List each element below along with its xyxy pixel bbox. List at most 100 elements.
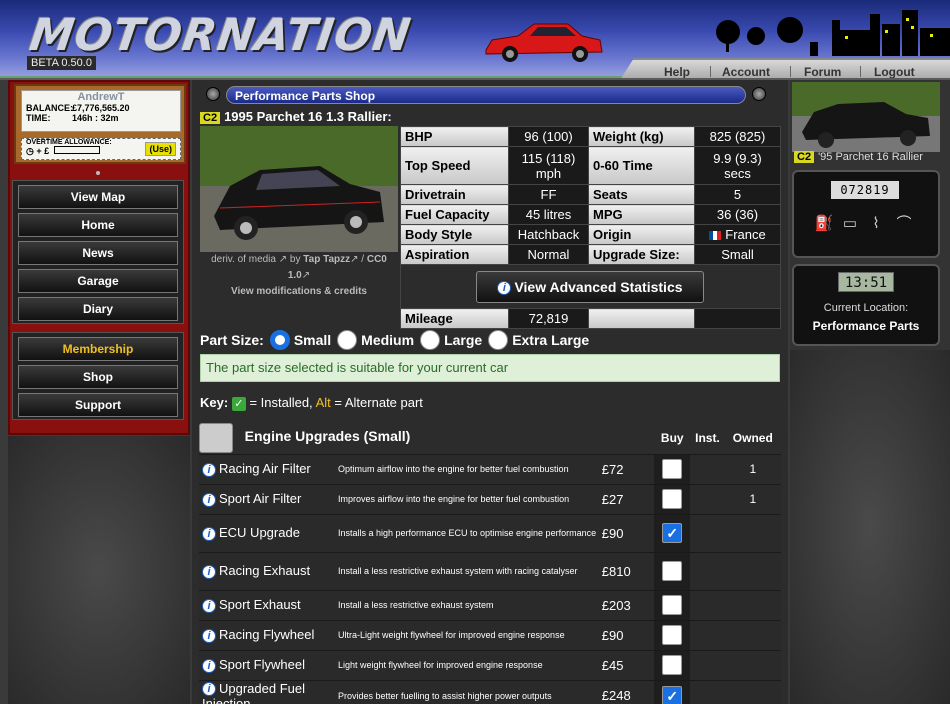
size-notice: The part size selected is suitable for y… — [200, 354, 780, 382]
spec-row: Body Style Hatchback Origin France — [400, 224, 781, 245]
spec-label: Body Style — [400, 224, 509, 245]
france-flag-icon — [709, 231, 722, 241]
size-radio-small[interactable] — [269, 330, 290, 350]
external-link-icon: ↗ — [278, 254, 288, 265]
menu-support[interactable]: Support — [18, 393, 178, 417]
player-stats-card: AndrewT BALANCE: £7,776,565.20 TIME: 146… — [14, 84, 186, 164]
nav-separator — [790, 66, 791, 77]
buy-checkbox[interactable]: ✓ — [662, 685, 683, 704]
part-row: i Sport Air Filter Improves airflow into t… — [199, 484, 781, 515]
spec-label: BHP — [400, 126, 509, 147]
part-name[interactable]: i Sport Air Filter — [199, 484, 338, 515]
oil-gauge-icon: ⌒ — [896, 215, 912, 232]
part-name[interactable]: i Racing Flywheel — [199, 620, 338, 651]
installed-cell — [690, 514, 725, 553]
part-price: £45 — [601, 650, 655, 681]
spec-row: Aspiration Normal Upgrade Size: Small — [400, 244, 781, 265]
info-icon[interactable]: i — [202, 682, 216, 697]
spec-value: 9.9 (9.3) secs — [694, 146, 781, 185]
buy-cell — [654, 620, 691, 651]
spec-row: BHP 96 (100) Weight (kg) 825 (825) — [400, 126, 781, 147]
part-price: £90 — [601, 514, 655, 553]
part-description: Provides better fuelling to assist highe… — [337, 680, 602, 704]
part-description: Improves airflow into the engine for bet… — [337, 484, 602, 515]
spec-label: Weight (kg) — [588, 126, 695, 147]
part-name[interactable]: i Racing Air Filter — [199, 454, 338, 485]
buy-checkbox[interactable] — [662, 655, 683, 675]
info-icon[interactable]: i — [202, 628, 216, 643]
external-link-icon: ↗ — [350, 254, 359, 265]
menu-divider-dot — [96, 171, 100, 175]
buy-checkbox[interactable] — [662, 625, 683, 645]
part-name[interactable]: i Sport Flywheel — [199, 650, 338, 681]
part-row: i Racing Air Filter Optimum airflow into t… — [199, 454, 781, 485]
part-name[interactable]: i ECU Upgrade — [199, 514, 338, 553]
nav-account[interactable]: Account — [722, 65, 770, 78]
current-car-thumbnail[interactable] — [792, 82, 940, 152]
time-value: 146h : 32m — [72, 113, 119, 123]
spec-value: 96 (100) — [508, 126, 589, 147]
size-radio-extra-large[interactable] — [488, 330, 509, 350]
menu-news[interactable]: News — [18, 241, 178, 265]
nav-help[interactable]: Help — [664, 65, 690, 78]
buy-checkbox[interactable] — [662, 489, 683, 509]
col-buy: Buy — [654, 422, 691, 455]
buy-checkbox[interactable] — [662, 459, 683, 479]
buy-checkbox[interactable]: ✓ — [662, 523, 683, 543]
info-icon[interactable]: i — [202, 598, 216, 613]
info-icon[interactable]: i — [202, 658, 216, 673]
buy-cell: ✓ — [654, 680, 691, 704]
spec-label: Fuel Capacity — [400, 204, 509, 225]
part-description: Install a less restrictive exhaust syste… — [337, 590, 602, 621]
use-overtime-button[interactable]: (Use) — [145, 142, 176, 156]
site-logo[interactable]: MOTORNATION — [26, 10, 414, 61]
part-name[interactable]: i Racing Exhaust — [199, 552, 338, 591]
installed-cell — [690, 484, 725, 515]
installed-cell — [690, 650, 725, 681]
nav-logout[interactable]: Logout — [874, 65, 915, 78]
buy-checkbox[interactable] — [662, 561, 683, 581]
menu-view-map[interactable]: View Map — [18, 185, 178, 209]
info-icon[interactable]: i — [202, 564, 216, 579]
class-badge: C2 — [794, 151, 815, 163]
part-size-label: Part Size: — [200, 332, 264, 348]
info-icon[interactable]: i — [202, 462, 216, 477]
current-car-caption: C2'95 Parchet 16 Rallier — [794, 151, 923, 163]
menu-diary[interactable]: Diary — [18, 297, 178, 321]
installed-cell — [690, 454, 725, 485]
part-price: £27 — [601, 484, 655, 515]
menu-garage[interactable]: Garage — [18, 269, 178, 293]
spec-row: Top Speed 115 (118) mph 0-60 Time 9.9 (9… — [400, 146, 781, 185]
spec-value: FF — [508, 184, 589, 205]
part-description: Installs a high performance ECU to optim… — [337, 514, 602, 553]
spec-label: MPG — [588, 204, 695, 225]
spec-label: Seats — [588, 184, 695, 205]
credits-author-link[interactable]: Tap Tapzz — [303, 254, 350, 265]
buy-cell — [654, 650, 691, 681]
size-radio-medium[interactable] — [337, 330, 358, 350]
time-label: TIME: — [26, 113, 51, 123]
section-header: Engine Upgrades (Small) — [199, 422, 602, 455]
info-icon[interactable]: i — [202, 492, 216, 507]
installed-cell — [690, 620, 725, 651]
menu-membership[interactable]: Membership — [18, 337, 178, 361]
nav-forum[interactable]: Forum — [804, 65, 841, 78]
part-name[interactable]: i Upgraded Fuel Injection — [199, 680, 338, 704]
info-icon[interactable]: i — [202, 526, 216, 541]
menu-shop[interactable]: Shop — [18, 365, 178, 389]
player-name[interactable]: AndrewT — [22, 91, 180, 103]
menu-home[interactable]: Home — [18, 213, 178, 237]
engine-icon — [199, 422, 233, 453]
col-owned: Owned — [724, 422, 781, 455]
view-advanced-stats-button[interactable]: i View Advanced Statistics — [476, 271, 704, 303]
buy-cell — [654, 454, 691, 485]
view-credits-link[interactable]: View modifications & credits — [200, 284, 398, 300]
part-row: i Upgraded Fuel Injection Provides better … — [199, 680, 781, 704]
part-name[interactable]: i Sport Exhaust — [199, 590, 338, 621]
buy-checkbox[interactable] — [662, 595, 683, 615]
title-knob-left — [206, 87, 220, 101]
nav-separator — [860, 66, 861, 77]
part-description: Ultra-Light weight flywheel for improved… — [337, 620, 602, 651]
owned-count — [724, 650, 781, 681]
size-radio-large[interactable] — [420, 330, 441, 350]
